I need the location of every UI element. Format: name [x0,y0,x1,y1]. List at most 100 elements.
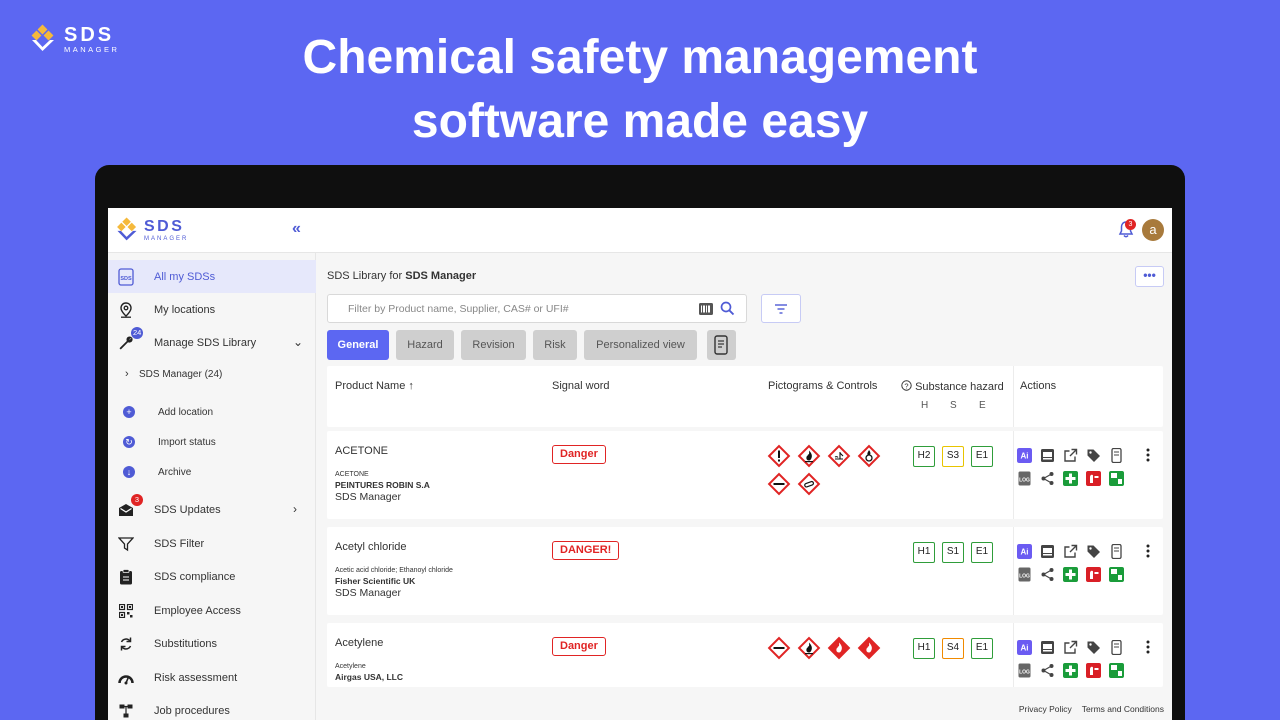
log-icon[interactable]: LOG [1017,567,1032,582]
exit-sign-icon[interactable] [1109,663,1124,678]
fire-safety-icon[interactable] [1086,471,1101,486]
sidebar-sub-import-status[interactable]: ↻ Import status [108,428,316,456]
tab-personalized-view[interactable]: Personalized view [584,330,697,360]
app-logo[interactable]: SDS MANAGER [114,217,188,243]
chevron-down-icon[interactable]: ⌄ [293,335,303,349]
sidebar-item-sds-filter[interactable]: SDS Filter [108,527,316,560]
health-hazard-badge: H2 [913,446,935,467]
sidebar-item-all-my-sdss[interactable]: SDS All my SDSs [108,260,316,293]
tab-general[interactable]: General [327,330,389,360]
health-hazard-badge: H1 [913,542,935,563]
pdf-icon[interactable] [1040,448,1055,463]
archive-down-icon: ↓ [123,466,135,478]
table-row[interactable]: Acetyl chloride Acetic acid chloride; Et… [327,527,1163,615]
location-pin-icon [117,301,135,319]
sidebar-item-employee-access[interactable]: Employee Access [108,594,316,627]
external-link-icon[interactable] [1063,544,1078,559]
table-row[interactable]: ACETONE ACETONE PEINTURES ROBIN S.A SDS … [327,431,1163,519]
tag-icon[interactable] [1086,448,1101,463]
product-name[interactable]: ACETONE [335,445,388,457]
sidebar-item-risk-assessment[interactable]: Risk assessment [108,661,316,694]
fire-safety-icon[interactable] [1086,567,1101,582]
log-icon[interactable]: LOG [1017,471,1032,486]
phone-icon[interactable] [1109,640,1124,655]
first-aid-icon[interactable] [1063,471,1078,486]
tab-risk[interactable]: Risk [533,330,577,360]
ai-icon[interactable]: Ai [1017,544,1032,559]
avatar[interactable]: a [1142,219,1164,241]
first-aid-icon[interactable] [1063,663,1078,678]
filter-lines-icon [775,304,787,314]
app-brand-sub: MANAGER [144,235,189,242]
sidebar-item-sds-compliance[interactable]: SDS compliance [108,560,316,593]
exit-sign-icon[interactable] [1109,567,1124,582]
updates-count-badge: 3 [131,494,143,506]
sds-document-icon: SDS [117,268,135,286]
sub-item-label: Archive [158,466,192,478]
tag-icon[interactable] [1086,640,1101,655]
kebab-menu-icon[interactable] [1143,543,1153,559]
table-row[interactable]: Acetylene Acetylene Airgas USA, LLC Dang… [327,623,1163,687]
privacy-policy-link[interactable]: Privacy Policy [1019,704,1072,714]
sidebar-sub-archive[interactable]: ↓ Archive [108,458,316,486]
safety-hazard-badge: S3 [942,446,964,467]
more-options-button[interactable]: ••• [1135,266,1164,287]
collapse-sidebar-button[interactable]: « [292,220,301,238]
search-icon[interactable] [720,301,735,316]
first-aid-icon[interactable] [1063,567,1078,582]
phone-icon[interactable] [1109,448,1124,463]
svg-text:?: ? [904,381,908,390]
share-icon[interactable] [1040,567,1055,582]
environment-pictogram-icon [827,444,851,468]
flowchart-icon [117,702,135,720]
share-icon[interactable] [1040,663,1055,678]
library-count-badge: 24 [131,327,144,339]
search-input[interactable] [348,301,688,317]
headline-line-2: software made easy [411,95,869,148]
ai-icon[interactable]: Ai [1017,640,1032,655]
sidebar-item-manage-sds-library[interactable]: 24 Manage SDS Library ⌄ [108,326,316,359]
sidebar-item-substitutions[interactable]: Substitutions [108,627,316,660]
gauge-icon [117,669,135,687]
sidebar-item-label: Manage SDS Library [154,336,257,349]
library-node-label: SDS Manager (24) [139,368,223,380]
sidebar-item-job-procedures[interactable]: Job procedures [108,694,316,720]
phone-icon[interactable] [1109,544,1124,559]
flammable-liquid-pictogram-icon [857,636,881,660]
barcode-scan-icon[interactable] [698,302,714,316]
sidebar-item-my-locations[interactable]: My locations [108,293,316,326]
tab-revision[interactable]: Revision [461,330,526,360]
swap-arrows-icon [117,635,135,653]
log-icon[interactable]: LOG [1017,663,1032,678]
column-header-pictograms: Pictograms & Controls [768,380,878,392]
tab-mobile-view[interactable] [707,330,736,360]
exit-sign-icon[interactable] [1109,471,1124,486]
external-link-icon[interactable] [1063,640,1078,655]
tag-icon[interactable] [1086,544,1101,559]
fire-safety-icon[interactable] [1086,663,1101,678]
help-circle-icon[interactable]: ? [901,380,912,391]
sidebar-item-label: Employee Access [154,604,241,617]
filter-button[interactable] [761,294,801,323]
product-name[interactable]: Acetylene [335,637,383,649]
column-header-substance-label: Substance hazard [915,381,1004,393]
pdf-icon[interactable] [1040,544,1055,559]
exclamation-pictogram-icon [767,444,791,468]
chevron-right-icon[interactable]: › [293,502,297,516]
ai-icon[interactable]: Ai [1017,448,1032,463]
sidebar-item-sds-updates[interactable]: 3 SDS Updates › [108,493,316,526]
safety-hazard-badge: S1 [942,542,964,563]
tab-hazard[interactable]: Hazard [396,330,454,360]
sidebar-library-node[interactable]: › SDS Manager (24) [108,359,316,389]
kebab-menu-icon[interactable] [1143,447,1153,463]
product-name[interactable]: Acetyl chloride [335,541,407,553]
sidebar-sub-add-location[interactable]: + Add location [108,398,316,426]
column-header-product[interactable]: Product Name ↑ [335,380,414,392]
kebab-menu-icon[interactable] [1143,639,1153,655]
svg-text:Ai: Ai [1021,548,1029,557]
terms-link[interactable]: Terms and Conditions [1082,704,1164,714]
external-link-icon[interactable] [1063,448,1078,463]
page-title-library: SDS Manager [405,270,477,282]
share-icon[interactable] [1040,471,1055,486]
pdf-icon[interactable] [1040,640,1055,655]
